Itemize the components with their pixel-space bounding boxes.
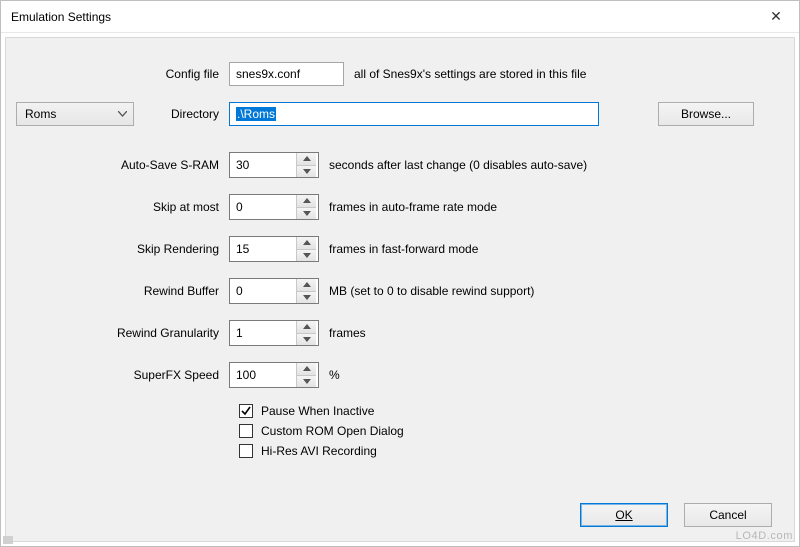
skip-rendering-desc: frames in fast-forward mode: [329, 242, 478, 256]
pause-checkbox[interactable]: [239, 404, 253, 418]
skip-most-spinner[interactable]: [229, 194, 319, 220]
auto-save-label: Auto-Save S-RAM: [24, 158, 229, 172]
rewind-buffer-desc: MB (set to 0 to disable rewind support): [329, 284, 534, 298]
window-title: Emulation Settings: [11, 10, 111, 24]
rewind-buffer-row: Rewind Buffer MB (set to 0 to disable re…: [24, 278, 776, 304]
directory-row: Roms Directory .\Roms Browse...: [24, 102, 776, 126]
spin-up-button[interactable]: [297, 279, 316, 292]
superfx-row: SuperFX Speed %: [24, 362, 776, 388]
spin-down-button[interactable]: [297, 208, 316, 220]
rewind-granularity-row: Rewind Granularity frames: [24, 320, 776, 346]
spin-up-button[interactable]: [297, 153, 316, 166]
superfx-desc: %: [329, 368, 340, 382]
client-area: Config file all of Snes9x's settings are…: [5, 37, 795, 542]
skip-rendering-input[interactable]: [230, 237, 296, 261]
rewind-granularity-input[interactable]: [230, 321, 296, 345]
custom-rom-checkbox-row: Custom ROM Open Dialog: [239, 424, 776, 438]
directory-input[interactable]: .\Roms: [229, 102, 599, 126]
skip-rendering-spinner[interactable]: [229, 236, 319, 262]
rewind-buffer-input[interactable]: [230, 279, 296, 303]
rewind-granularity-desc: frames: [329, 326, 366, 340]
titlebar: Emulation Settings ✕: [1, 1, 799, 33]
custom-rom-checkbox-label: Custom ROM Open Dialog: [261, 424, 404, 438]
directory-value-selected: .\Roms: [236, 107, 276, 121]
browse-button[interactable]: Browse...: [658, 102, 754, 126]
cancel-button[interactable]: Cancel: [684, 503, 772, 527]
chevron-down-icon: [118, 111, 127, 117]
skip-rendering-row: Skip Rendering frames in fast-forward mo…: [24, 236, 776, 262]
directory-type-combo[interactable]: Roms: [16, 102, 134, 126]
skip-most-row: Skip at most frames in auto-frame rate m…: [24, 194, 776, 220]
skip-most-desc: frames in auto-frame rate mode: [329, 200, 497, 214]
spin-up-button[interactable]: [297, 237, 316, 250]
skip-rendering-label: Skip Rendering: [24, 242, 229, 256]
config-file-input[interactable]: [229, 62, 344, 86]
hires-checkbox[interactable]: [239, 444, 253, 458]
auto-save-row: Auto-Save S-RAM seconds after last chang…: [24, 152, 776, 178]
spin-up-button[interactable]: [297, 321, 316, 334]
corner-decoration: [3, 536, 13, 544]
spin-down-button[interactable]: [297, 166, 316, 178]
config-file-desc: all of Snes9x's settings are stored in t…: [354, 67, 586, 81]
dialog-buttons: OK Cancel: [580, 503, 772, 527]
close-icon: ✕: [770, 8, 782, 25]
spin-down-button[interactable]: [297, 334, 316, 346]
check-icon: [241, 406, 251, 416]
ok-button[interactable]: OK: [580, 503, 668, 527]
spin-down-button[interactable]: [297, 250, 316, 262]
auto-save-spinner[interactable]: [229, 152, 319, 178]
auto-save-desc: seconds after last change (0 disables au…: [329, 158, 587, 172]
rewind-buffer-spinner[interactable]: [229, 278, 319, 304]
rewind-buffer-label: Rewind Buffer: [24, 284, 229, 298]
close-button[interactable]: ✕: [753, 1, 799, 33]
pause-checkbox-label: Pause When Inactive: [261, 404, 374, 418]
spin-down-button[interactable]: [297, 292, 316, 304]
custom-rom-checkbox[interactable]: [239, 424, 253, 438]
spin-down-button[interactable]: [297, 376, 316, 388]
rewind-granularity-label: Rewind Granularity: [24, 326, 229, 340]
directory-type-selected: Roms: [25, 107, 56, 121]
spin-up-button[interactable]: [297, 195, 316, 208]
auto-save-input[interactable]: [230, 153, 296, 177]
hires-checkbox-label: Hi-Res AVI Recording: [261, 444, 377, 458]
config-file-row: Config file all of Snes9x's settings are…: [24, 62, 776, 86]
pause-checkbox-row: Pause When Inactive: [239, 404, 776, 418]
superfx-spinner[interactable]: [229, 362, 319, 388]
emulation-settings-window: Emulation Settings ✕ Config file all of …: [0, 0, 800, 547]
hires-checkbox-row: Hi-Res AVI Recording: [239, 444, 776, 458]
superfx-input[interactable]: [230, 363, 296, 387]
superfx-label: SuperFX Speed: [24, 368, 229, 382]
rewind-granularity-spinner[interactable]: [229, 320, 319, 346]
skip-most-input[interactable]: [230, 195, 296, 219]
config-file-label: Config file: [24, 67, 229, 81]
skip-most-label: Skip at most: [24, 200, 229, 214]
spin-up-button[interactable]: [297, 363, 316, 376]
directory-label: Directory: [171, 107, 219, 121]
